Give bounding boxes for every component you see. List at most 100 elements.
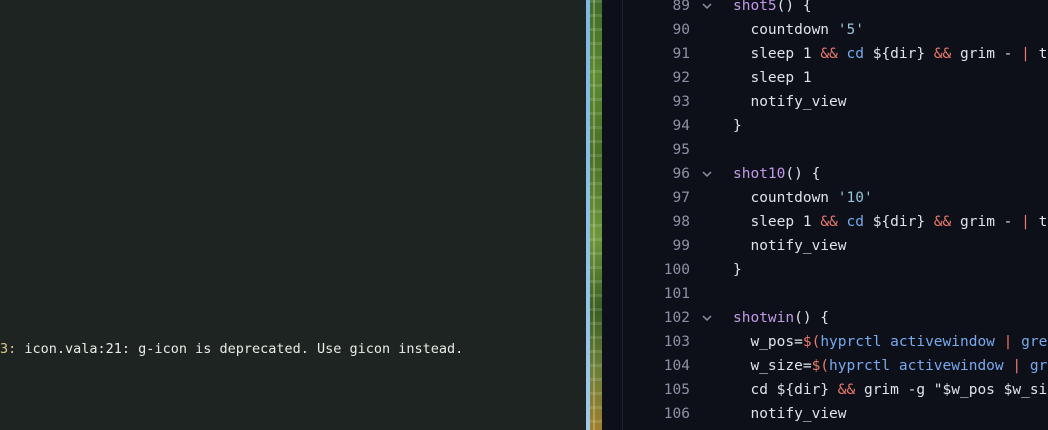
- code-token: &&: [820, 214, 838, 230]
- code-token: grim -g "$w_pos $w_siz: [855, 382, 1048, 398]
- code-token: w_size=: [733, 358, 812, 374]
- line-number: 96: [672, 166, 690, 182]
- code-token: '5': [837, 22, 864, 38]
- line-number: 91: [672, 46, 690, 62]
- code-text: shotwin() {: [733, 306, 829, 330]
- code-token: notify_view: [733, 238, 847, 254]
- line-number: 92: [672, 70, 690, 86]
- code-token: te: [1038, 46, 1048, 62]
- code-token: countdown: [733, 22, 838, 38]
- code-token: cd: [846, 214, 864, 230]
- code-line[interactable]: 99 notify_view: [602, 234, 1048, 258]
- line-number: 105: [663, 382, 690, 398]
- code-token: |: [1012, 358, 1022, 374]
- code-line[interactable]: 101: [602, 282, 1048, 306]
- code-token: notify_view: [733, 94, 847, 110]
- code-text: shot5() {: [733, 0, 812, 18]
- code-text: cd ${dir} && grim -g "$w_pos $w_siz: [733, 378, 1048, 402]
- line-number: 97: [672, 190, 690, 206]
- code-text: countdown '5': [733, 18, 864, 42]
- code-token: &&: [837, 382, 856, 398]
- code-line[interactable]: 105 cd ${dir} && grim -g "$w_pos $w_siz: [602, 378, 1048, 402]
- code-text: sleep 1 && cd ${dir} && grim - | te: [733, 42, 1048, 66]
- line-number: 95: [672, 142, 690, 158]
- code-line[interactable]: 106 notify_view: [602, 402, 1048, 426]
- code-token: &&: [820, 46, 838, 62]
- code-token: '10': [837, 190, 873, 206]
- code-token: }: [733, 262, 742, 278]
- code-token: hyprctl activewindow: [829, 358, 1013, 374]
- code-token: &&: [933, 46, 952, 62]
- code-token: () {: [776, 0, 812, 14]
- code-token: $(: [811, 358, 830, 374]
- code-line[interactable]: 97 countdown '10': [602, 186, 1048, 210]
- code-text: notify_view: [733, 90, 847, 114]
- code-token: }: [733, 118, 742, 134]
- code-token: shotwin: [733, 310, 795, 326]
- terminal-line-prefix: 3:: [0, 341, 17, 357]
- code-line[interactable]: 102 shotwin() {: [602, 306, 1048, 330]
- code-token: sleep 1: [733, 46, 821, 62]
- terminal-pane[interactable]: 3: icon.vala:21: g-icon is deprecated. U…: [0, 0, 586, 430]
- code-token: &&: [933, 214, 952, 230]
- line-number: 100: [663, 262, 690, 278]
- line-number: 101: [663, 286, 690, 302]
- code-line[interactable]: 103 w_pos=$(hyprctl activewindow | grep: [602, 330, 1048, 354]
- code-token: |: [1021, 214, 1030, 230]
- fold-chevron-icon[interactable]: [701, 0, 717, 18]
- code-text: notify_view: [733, 234, 847, 258]
- code-text: w_pos=$(hyprctl activewindow | grep: [733, 330, 1048, 354]
- code-token: notify_view: [733, 406, 847, 422]
- code-token: te: [1038, 214, 1048, 230]
- code-token: () {: [785, 166, 821, 182]
- code-line[interactable]: 100}: [602, 258, 1048, 282]
- code-text: sleep 1: [733, 66, 812, 90]
- code-line[interactable]: 89 shot5() {: [602, 0, 1048, 18]
- line-number: 106: [663, 406, 690, 422]
- code-token: ${dir}: [863, 214, 934, 230]
- line-number: 103: [663, 334, 690, 350]
- code-token: shot5: [733, 0, 777, 14]
- code-token: hyprctl activewindow: [820, 334, 1004, 350]
- line-number: 89: [672, 0, 690, 14]
- code-line[interactable]: 90 countdown '5': [602, 18, 1048, 42]
- code-text: notify_view: [733, 402, 847, 426]
- code-line[interactable]: 98 sleep 1 && cd ${dir} && grim - | te: [602, 210, 1048, 234]
- code-text: }: [733, 114, 742, 138]
- code-line[interactable]: 93 notify_view: [602, 90, 1048, 114]
- code-editor-pane[interactable]: 89 shot5() {90 countdown '5' 91 sleep 1 &&…: [602, 0, 1048, 430]
- wallpaper-strip: [590, 0, 602, 430]
- code-token: shot10: [733, 166, 786, 182]
- code-text: countdown '10': [733, 186, 873, 210]
- code-line[interactable]: 92 sleep 1: [602, 66, 1048, 90]
- code-line[interactable]: 94}: [602, 114, 1048, 138]
- code-token: sleep 1: [733, 214, 821, 230]
- code-line[interactable]: 91 sleep 1 && cd ${dir} && grim - | te: [602, 42, 1048, 66]
- code-line[interactable]: 95: [602, 138, 1048, 162]
- code-token: gre: [1029, 358, 1048, 374]
- code-text: }: [733, 258, 742, 282]
- code-token: w_pos=: [733, 334, 803, 350]
- code-token: sleep 1: [733, 70, 812, 86]
- line-number: 99: [672, 238, 690, 254]
- fold-chevron-icon[interactable]: [701, 306, 717, 330]
- code-line[interactable]: 96 shot10() {: [602, 162, 1048, 186]
- code-line[interactable]: 104 w_size=$(hyprctl activewindow | gre: [602, 354, 1048, 378]
- fold-chevron-icon[interactable]: [701, 162, 717, 186]
- code-text: shot10() {: [733, 162, 820, 186]
- code-token: cd: [846, 46, 864, 62]
- code-text: sleep 1 && cd ${dir} && grim - | te: [733, 210, 1048, 234]
- terminal-output-line: 3: icon.vala:21: g-icon is deprecated. U…: [0, 339, 463, 359]
- line-number: 102: [663, 310, 690, 326]
- code-token: |: [1021, 46, 1030, 62]
- code-token: grim -: [951, 214, 1022, 230]
- line-number: 93: [672, 94, 690, 110]
- code-token: countdown: [733, 190, 838, 206]
- code-text: w_size=$(hyprctl activewindow | gre: [733, 354, 1048, 378]
- terminal-line-message: icon.vala:21: g-icon is deprecated. Use …: [16, 341, 464, 357]
- code-token: grim -: [951, 46, 1022, 62]
- line-number: 104: [663, 358, 690, 374]
- code-token: ${dir}: [863, 46, 934, 62]
